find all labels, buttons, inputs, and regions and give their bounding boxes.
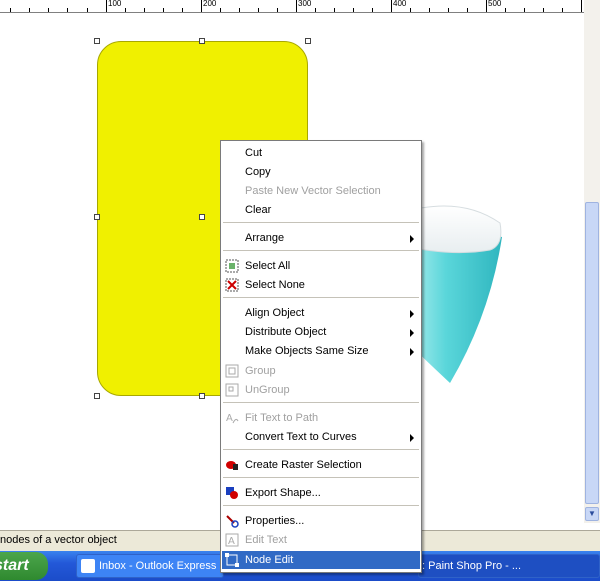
menu-separator (223, 477, 419, 478)
context-menu: Cut Copy Paste New Vector Selection Clea… (220, 140, 422, 573)
selection-center-handle[interactable] (199, 214, 205, 220)
menu-item-node-edit[interactable]: Node Edit (222, 551, 420, 569)
menu-item-create-raster-selection[interactable]: Create Raster Selection (222, 456, 420, 474)
group-icon (225, 364, 239, 378)
menu-item-label: Make Objects Same Size (245, 345, 369, 357)
menu-separator (223, 505, 419, 506)
submenu-arrow-icon (410, 310, 414, 318)
menu-separator (223, 222, 419, 223)
ruler-label: 100 (108, 0, 122, 8)
svg-text:A: A (228, 536, 235, 547)
selection-handle[interactable] (94, 214, 100, 220)
menu-item-label: Select None (245, 279, 305, 291)
menu-item-label: Distribute Object (245, 326, 327, 338)
menu-item-label: Edit Text (245, 534, 287, 546)
menu-item-properties[interactable]: Properties... (222, 512, 420, 530)
menu-item-ungroup: UnGroup (222, 381, 420, 399)
menu-item-edit-text: A Edit Text (222, 531, 420, 549)
menu-item-label: Properties... (245, 515, 305, 527)
edit-text-icon: A (225, 533, 239, 547)
taskbar-item-paint-shop-pro[interactable]: : Paint Shop Pro - ... (418, 554, 600, 578)
menu-item-select-none[interactable]: Select None (222, 276, 420, 294)
horizontal-ruler: 100 200 300 400 500 (0, 0, 584, 13)
menu-item-label: Copy (245, 166, 271, 178)
menu-separator (223, 250, 419, 251)
menu-item-convert-text-to-curves[interactable]: Convert Text to Curves (222, 428, 420, 446)
menu-item-label: UnGroup (245, 384, 290, 396)
submenu-arrow-icon (410, 434, 414, 442)
menu-item-label: Clear (245, 204, 272, 216)
ruler-label: 400 (393, 0, 407, 8)
menu-item-label: Select All (245, 260, 291, 272)
menu-item-make-objects-same-size[interactable]: Make Objects Same Size (222, 342, 420, 360)
menu-separator (223, 402, 419, 403)
menu-item-label: Fit Text to Path (245, 412, 319, 424)
menu-separator (223, 297, 419, 298)
menu-separator (223, 449, 419, 450)
start-button[interactable]: start (0, 552, 48, 580)
menu-item-label: Cut (245, 147, 263, 159)
menu-item-label: Group (245, 365, 276, 377)
menu-item-label: Export Shape... (245, 487, 321, 499)
submenu-arrow-icon (410, 348, 414, 356)
menu-item-label: Align Object (245, 307, 305, 319)
scrollbar-thumb[interactable] (585, 202, 599, 504)
menu-item-label: Create Raster Selection (245, 459, 362, 471)
menu-item-fit-text-to-path: A Fit Text to Path (222, 409, 420, 427)
menu-item-label: Node Edit (245, 554, 294, 566)
raster-selection-icon (226, 461, 238, 470)
node-edit-icon (225, 553, 239, 567)
taskbar-item-label: : Paint Shop Pro - ... (422, 560, 522, 572)
menu-item-export-shape[interactable]: Export Shape... (222, 484, 420, 502)
scroll-down-arrow-icon[interactable]: ▼ (585, 507, 599, 521)
ruler-label: 500 (488, 0, 502, 8)
selection-handle[interactable] (199, 393, 205, 399)
vertical-scrollbar[interactable]: ▼ (584, 0, 600, 523)
taskbar-item-outlook-express[interactable]: Inbox - Outlook Express (76, 554, 224, 578)
menu-item-group: Group (222, 362, 420, 380)
taskbar-item-label: Inbox - Outlook Express (99, 560, 217, 572)
menu-item-paste-new-vector-selection: Paste New Vector Selection (222, 182, 420, 200)
submenu-arrow-icon (410, 235, 414, 243)
menu-item-select-all[interactable]: Select All (222, 257, 420, 275)
svg-text:A: A (226, 413, 233, 424)
selection-handle[interactable] (94, 38, 100, 44)
menu-item-label: Paste New Vector Selection (245, 185, 381, 197)
export-shape-icon (226, 487, 238, 499)
menu-item-label: Convert Text to Curves (245, 431, 357, 443)
select-all-icon (225, 259, 239, 273)
fit-text-to-path-icon: A (226, 413, 239, 424)
selection-handle[interactable] (94, 393, 100, 399)
ungroup-icon (225, 383, 239, 397)
status-text: nodes of a vector object (0, 534, 117, 546)
menu-item-cut[interactable]: Cut (222, 144, 420, 162)
submenu-arrow-icon (410, 329, 414, 337)
properties-icon (226, 515, 239, 528)
menu-item-clear[interactable]: Clear (222, 201, 420, 219)
selection-handle[interactable] (305, 38, 311, 44)
selection-handle[interactable] (199, 38, 205, 44)
select-none-icon (225, 278, 239, 292)
menu-item-label: Arrange (245, 232, 285, 244)
outlook-express-icon (81, 559, 95, 573)
ruler-label: 200 (203, 0, 217, 8)
menu-item-copy[interactable]: Copy (222, 163, 420, 181)
menu-item-align-object[interactable]: Align Object (222, 304, 420, 322)
menu-item-arrange[interactable]: Arrange (222, 229, 420, 247)
ruler-label: 300 (298, 0, 312, 8)
menu-item-distribute-object[interactable]: Distribute Object (222, 323, 420, 341)
